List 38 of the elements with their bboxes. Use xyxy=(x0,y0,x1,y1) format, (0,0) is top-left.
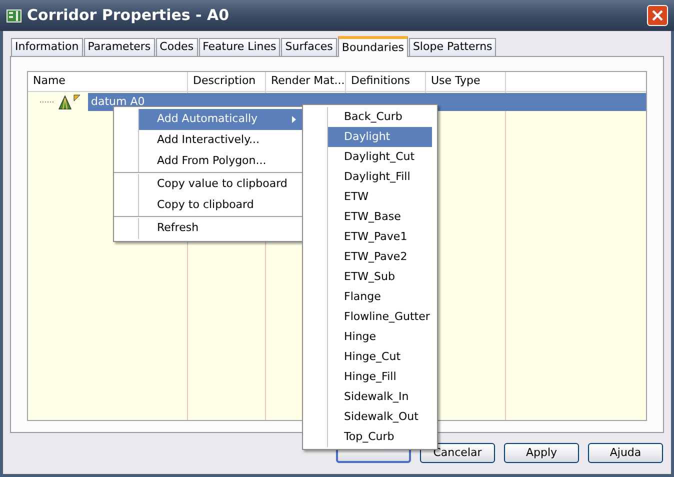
column-header[interactable]: Render Mat... xyxy=(266,72,346,91)
dialog-button[interactable]: Cancelar xyxy=(420,443,495,463)
tab[interactable]: Parameters xyxy=(84,38,155,56)
column-header[interactable]: Definitions xyxy=(346,72,426,91)
menu-item[interactable]: ETW_Sub xyxy=(327,267,432,287)
menu-item[interactable]: Flowline_Gutter xyxy=(327,307,432,327)
tab[interactable]: Boundaries xyxy=(338,36,408,57)
corridor-icon xyxy=(57,94,81,110)
menu-item[interactable]: Daylight_Fill xyxy=(327,167,432,187)
tab[interactable]: Feature Lines xyxy=(198,38,280,56)
tab[interactable]: Information xyxy=(11,38,83,56)
menu-item[interactable]: Sidewalk_Out xyxy=(327,407,432,427)
menu-item[interactable]: Daylight xyxy=(327,127,432,147)
tab[interactable]: Surfaces xyxy=(281,38,337,56)
close-icon xyxy=(652,10,663,21)
tab[interactable]: Codes xyxy=(156,38,198,56)
menu-item[interactable]: ETW_Pave1 xyxy=(327,227,432,247)
column-header[interactable]: Name xyxy=(28,72,188,91)
menu-item[interactable]: Hinge_Fill xyxy=(327,367,432,387)
window-app-icon xyxy=(6,8,22,24)
tree-connector-line xyxy=(40,101,54,103)
menu-item[interactable]: Add Automatically xyxy=(138,109,302,130)
column-header[interactable]: Description xyxy=(188,72,266,91)
close-button[interactable] xyxy=(647,5,668,26)
menu-item[interactable]: Sidewalk_In xyxy=(327,387,432,407)
menu-item[interactable]: Top_Curb xyxy=(327,427,432,447)
menu-item[interactable]: Hinge xyxy=(327,327,432,347)
dialog-button[interactable]: Ajuda xyxy=(588,443,663,463)
menu-item[interactable]: Flange xyxy=(327,287,432,307)
menu-item[interactable]: ETW_Pave2 xyxy=(327,247,432,267)
column-header[interactable]: Use Type xyxy=(426,72,506,91)
window-title: Corridor Properties - A0 xyxy=(27,5,230,26)
tab[interactable]: Slope Patterns xyxy=(408,38,496,56)
menu-item[interactable]: ETW_Base xyxy=(327,207,432,227)
menu-item[interactable]: Daylight_Cut xyxy=(327,147,432,167)
dialog-button[interactable]: Apply xyxy=(504,443,579,463)
menu-item[interactable]: Hinge_Cut xyxy=(327,347,432,367)
menu-item[interactable]: ETW xyxy=(327,187,432,207)
